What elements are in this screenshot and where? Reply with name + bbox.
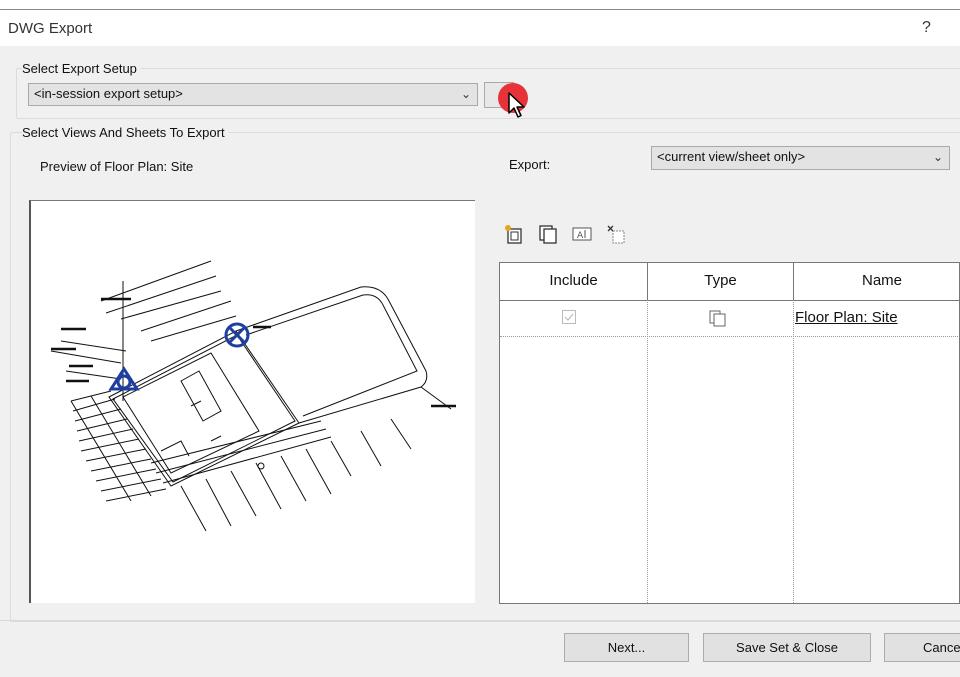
- drawing-preview: [29, 200, 475, 603]
- delete-set-icon[interactable]: [604, 222, 628, 246]
- next-button[interactable]: Next...: [564, 633, 689, 662]
- export-setup-dropdown[interactable]: <in-session export setup> ⌄: [28, 83, 478, 106]
- views-group-label: Select Views And Sheets To Export: [22, 125, 229, 140]
- save-set-close-button[interactable]: Save Set & Close: [703, 633, 871, 662]
- window-title: DWG Export: [8, 20, 93, 37]
- mouse-pointer-icon: [508, 92, 525, 118]
- view-name-link[interactable]: Floor Plan: Site: [795, 309, 898, 326]
- floor-plan-view-icon: [708, 309, 728, 332]
- export-label: Export:: [509, 157, 551, 172]
- title-bar: DWG Export ?: [0, 10, 960, 46]
- export-scope-value: <current view/sheet only>: [657, 149, 806, 164]
- column-header-include[interactable]: Include: [500, 263, 648, 300]
- export-setup-value: <in-session export setup>: [34, 86, 183, 101]
- export-setup-group-label: Select Export Setup: [22, 61, 141, 76]
- site-plan-drawing: [50, 260, 456, 532]
- include-checkbox[interactable]: [562, 310, 576, 324]
- table-header: Include Type Name: [500, 263, 959, 301]
- column-divider: [647, 300, 648, 603]
- view-set-toolbar: A: [502, 222, 628, 246]
- rename-set-icon[interactable]: A: [570, 222, 594, 246]
- duplicate-set-icon[interactable]: [536, 222, 560, 246]
- export-scope-dropdown[interactable]: <current view/sheet only> ⌄: [651, 146, 950, 170]
- button-area-divider: [0, 620, 960, 621]
- column-header-name[interactable]: Name: [794, 263, 959, 300]
- cancel-button[interactable]: Cance: [884, 633, 960, 662]
- column-divider: [793, 300, 794, 603]
- svg-text:A: A: [577, 231, 584, 241]
- chevron-down-icon: ⌄: [932, 150, 943, 164]
- help-button[interactable]: ?: [922, 19, 931, 37]
- new-set-icon[interactable]: [502, 222, 526, 246]
- top-border: [0, 0, 960, 10]
- chevron-down-icon: ⌄: [460, 87, 471, 101]
- column-header-type[interactable]: Type: [648, 263, 794, 300]
- table-row[interactable]: Floor Plan: Site: [500, 300, 959, 337]
- preview-label: Preview of Floor Plan: Site: [40, 159, 194, 174]
- views-table: Include Type Name Floor Plan: Site: [499, 262, 960, 604]
